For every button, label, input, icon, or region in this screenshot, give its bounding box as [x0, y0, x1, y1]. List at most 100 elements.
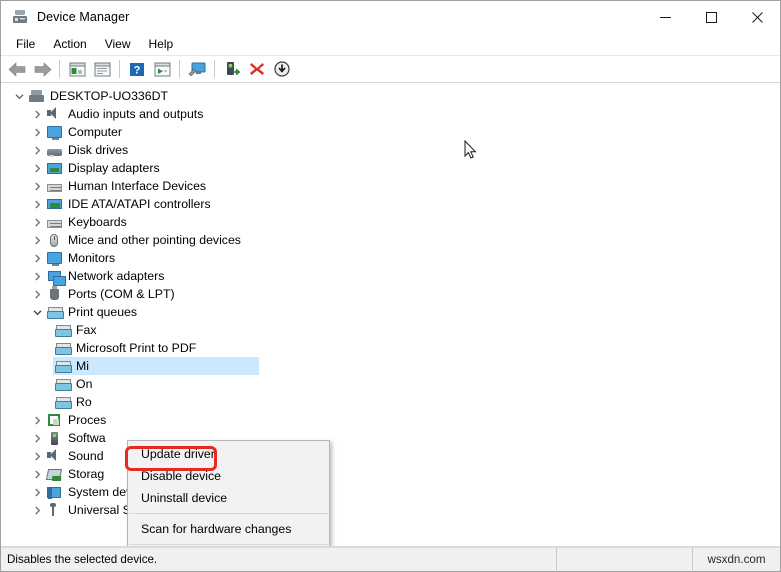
- keyboard-icon: [45, 214, 63, 230]
- minimize-icon[interactable]: [642, 1, 688, 33]
- chevron-right-icon[interactable]: [29, 285, 45, 303]
- status-bar: Disables the selected device. wsxdn.com: [1, 547, 780, 572]
- disable-device-icon[interactable]: [245, 58, 269, 81]
- tree-node-label: Sound: [68, 449, 104, 463]
- tree-node-keyboards[interactable]: Keyboards: [1, 213, 780, 231]
- toolbar-separator: [59, 60, 60, 78]
- tree-node-disk-drives[interactable]: Disk drives: [1, 141, 780, 159]
- menu-help[interactable]: Help: [140, 35, 183, 53]
- printer-icon: [53, 394, 72, 410]
- uninstall-device-icon[interactable]: [270, 58, 294, 81]
- usb-icon: [45, 502, 63, 518]
- storage-controller-icon: [45, 466, 63, 482]
- tree-node-label: Monitors: [68, 251, 116, 265]
- tree-node-network-adapters[interactable]: Network adapters: [1, 267, 780, 286]
- tree-node-printer-on[interactable]: On: [1, 375, 780, 393]
- mouse-icon: [45, 232, 63, 248]
- menu-bar: File Action View Help: [1, 33, 780, 56]
- context-menu-item-uninstall-device[interactable]: Uninstall device: [128, 487, 329, 509]
- window-controls: [642, 1, 780, 33]
- tree-node-label: Computer: [68, 125, 122, 139]
- status-panel-empty: [557, 547, 693, 572]
- context-menu-separator: [129, 544, 328, 545]
- title-bar: Device Manager: [1, 1, 780, 33]
- chevron-right-icon[interactable]: [29, 105, 45, 123]
- tree-node-microsoft-print-to-pdf[interactable]: Microsoft Print to PDF: [1, 339, 780, 357]
- tree-node-processors[interactable]: Proces: [1, 411, 780, 429]
- system-device-icon: [45, 484, 63, 500]
- tree-node-ports-com-lpt[interactable]: Ports (COM & LPT): [1, 285, 780, 303]
- context-menu-item-disable-device[interactable]: Disable device: [128, 465, 329, 487]
- enable-device-icon[interactable]: [220, 58, 244, 81]
- printer-icon: [53, 340, 72, 356]
- chevron-right-icon[interactable]: [29, 447, 45, 465]
- tree-node-software-devices[interactable]: Softwa: [1, 429, 780, 447]
- tree-node-label: Fax: [76, 323, 97, 337]
- chevron-right-icon[interactable]: [29, 231, 45, 249]
- chevron-right-icon[interactable]: [29, 177, 45, 195]
- device-tree: DESKTOP-UO336DT Audio inputs and outputs…: [1, 87, 780, 519]
- svg-text:?: ?: [134, 64, 141, 76]
- tree-node-print-queues[interactable]: Print queues: [1, 303, 780, 321]
- chevron-right-icon[interactable]: [29, 411, 45, 429]
- chevron-right-icon[interactable]: [29, 159, 45, 177]
- monitor-icon: [45, 250, 63, 266]
- tree-node-human-interface-devices[interactable]: Human Interface Devices: [1, 177, 780, 195]
- device-manager-icon: [11, 8, 29, 26]
- tree-node-monitors[interactable]: Monitors: [1, 249, 780, 267]
- tree-node-computer[interactable]: Computer: [1, 123, 780, 141]
- back-icon[interactable]: [5, 58, 29, 81]
- network-adapter-icon: [45, 268, 66, 286]
- hid-icon: [45, 178, 63, 194]
- chevron-right-icon[interactable]: [29, 267, 45, 285]
- tree-node-universal-serial-bus-controllers[interactable]: Universal Serial Bus controllers: [1, 501, 780, 519]
- chevron-right-icon[interactable]: [29, 483, 45, 501]
- menu-action[interactable]: Action: [44, 35, 95, 53]
- tree-node-storage-controllers[interactable]: Storag: [1, 465, 780, 483]
- tree-node-label: Mi: [76, 359, 89, 373]
- tree-node-audio-inputs-and-outputs[interactable]: Audio inputs and outputs: [1, 105, 780, 123]
- update-driver-toolbar-icon[interactable]: [150, 58, 174, 81]
- chevron-down-icon[interactable]: [29, 303, 45, 321]
- maximize-icon[interactable]: [688, 1, 734, 33]
- tree-node-label: IDE ATA/ATAPI controllers: [68, 197, 211, 211]
- properties-icon[interactable]: [90, 58, 114, 81]
- chevron-right-icon[interactable]: [29, 249, 45, 267]
- menu-file[interactable]: File: [7, 35, 44, 53]
- chevron-right-icon[interactable]: [29, 213, 45, 231]
- scan-for-hardware-changes-icon[interactable]: [185, 58, 209, 81]
- display-adapter-icon: [45, 160, 63, 176]
- tree-node-system-devices[interactable]: System devices: [1, 483, 780, 501]
- context-menu-item-scan-for-hardware-changes[interactable]: Scan for hardware changes: [128, 518, 329, 540]
- tree-node-mice-and-other-pointing-devices[interactable]: Mice and other pointing devices: [1, 231, 780, 249]
- tree-node-ide-ata-atapi-controllers[interactable]: IDE ATA/ATAPI controllers: [1, 195, 780, 213]
- help-icon[interactable]: ?: [125, 58, 149, 81]
- chevron-right-icon[interactable]: [29, 465, 45, 483]
- forward-icon[interactable]: [30, 58, 54, 81]
- disk-drive-icon: [45, 142, 63, 158]
- menu-view[interactable]: View: [96, 35, 140, 53]
- close-icon[interactable]: [734, 1, 780, 33]
- chevron-right-icon[interactable]: [29, 195, 45, 213]
- tree-node-label: Print queues: [68, 305, 138, 319]
- tree-node-printer-ro[interactable]: Ro: [1, 393, 780, 411]
- chevron-right-icon[interactable]: [29, 141, 45, 159]
- tree-node-fax[interactable]: Fax: [1, 321, 780, 339]
- tree-node-label: Network adapters: [68, 269, 165, 283]
- tree-node-label: Proces: [68, 413, 107, 427]
- show-hide-console-tree-icon[interactable]: [65, 58, 89, 81]
- device-tree-panel[interactable]: DESKTOP-UO336DT Audio inputs and outputs…: [1, 83, 780, 547]
- printer-icon: [53, 358, 72, 374]
- context-menu-item-update-driver[interactable]: Update driver: [128, 443, 329, 465]
- tree-node-display-adapters[interactable]: Display adapters: [1, 159, 780, 177]
- toolbar-separator: [179, 60, 180, 78]
- chevron-right-icon[interactable]: [29, 123, 45, 141]
- tree-node-selected-printer[interactable]: Mi: [1, 357, 780, 375]
- chevron-down-icon[interactable]: [11, 87, 27, 105]
- printer-icon: [53, 376, 72, 392]
- tree-node-label: Ro: [76, 395, 92, 409]
- chevron-right-icon[interactable]: [29, 429, 45, 447]
- tree-node-sound-video-and-game-controllers[interactable]: Sound: [1, 447, 780, 465]
- tree-node-root[interactable]: DESKTOP-UO336DT: [1, 87, 780, 105]
- chevron-right-icon[interactable]: [29, 501, 45, 519]
